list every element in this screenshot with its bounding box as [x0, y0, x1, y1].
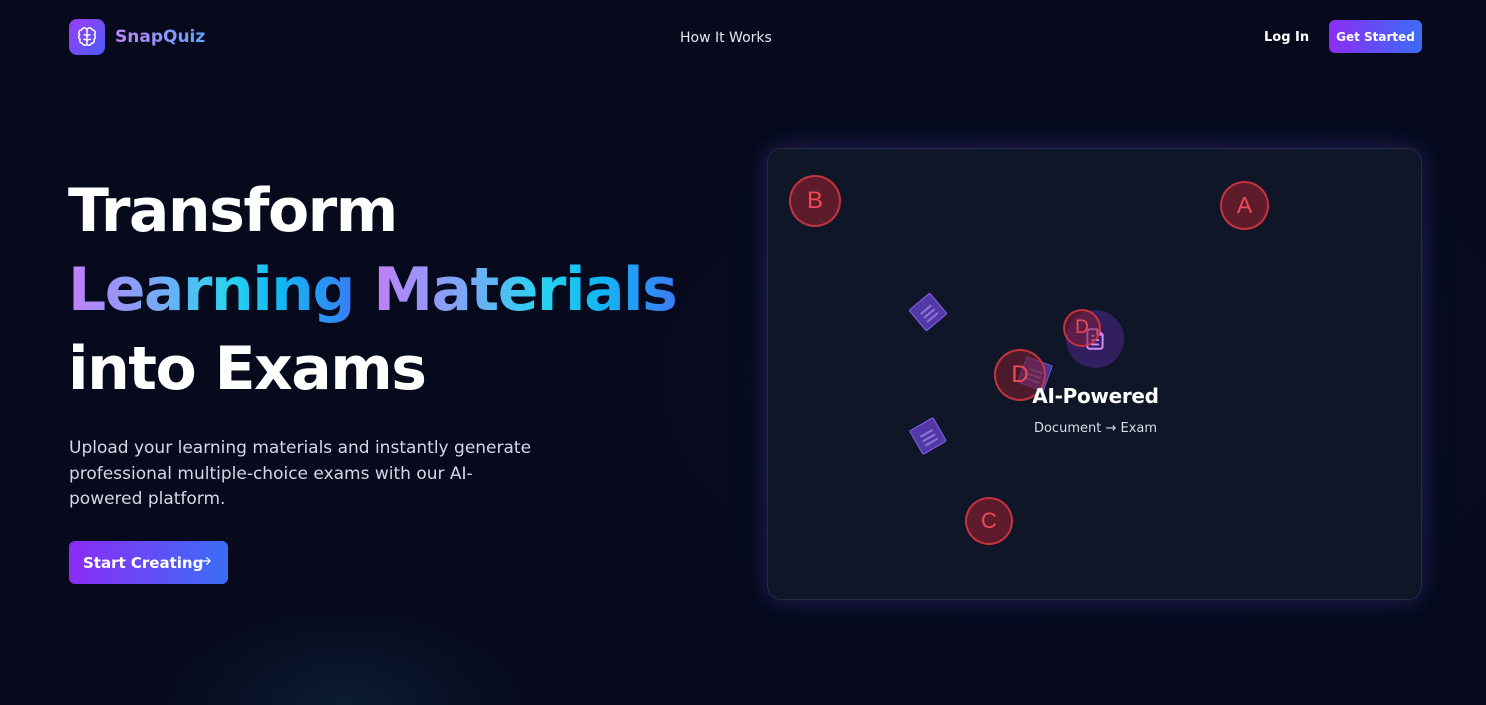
hero-title: Transform Learning Materials into Exams [68, 172, 678, 409]
start-creating-label: Start Creating [83, 553, 204, 572]
logo[interactable] [69, 19, 105, 55]
answer-bubble-a: A [1220, 181, 1269, 230]
hero-title-line-1: Transform [68, 176, 398, 246]
panel-title: AI-Powered [1032, 384, 1159, 408]
brand-name[interactable]: SnapQuiz [115, 26, 205, 48]
hero-word-learning: Learning [68, 255, 355, 325]
arrow-right-icon [201, 556, 211, 566]
get-started-button[interactable]: Get Started [1329, 20, 1422, 53]
hero-title-line-2: Learning Materials [68, 251, 678, 330]
panel-subtitle: Document → Exam [1033, 421, 1158, 436]
login-link[interactable]: Log In [1264, 29, 1309, 47]
top-nav: SnapQuiz How It Works Log In Get Started [0, 0, 1486, 74]
brain-icon [77, 27, 97, 46]
answer-bubble-c: C [965, 497, 1013, 545]
hero-description: Upload your learning materials and insta… [69, 438, 532, 509]
answer-bubble-b: B [789, 175, 841, 227]
nav-how-it-works[interactable]: How It Works [680, 29, 772, 47]
landing-page: SnapQuiz How It Works Log In Get Started… [0, 0, 1486, 705]
document-to-exam-panel: B A D D C AI-Powered Document → Exam [767, 148, 1422, 600]
start-creating-button[interactable]: Start Creating [69, 541, 228, 584]
hero-word-materials: Materials [373, 255, 678, 325]
answer-bubble-d-small: D [1063, 309, 1101, 347]
floating-document-icon [908, 292, 948, 332]
hero-title-line-3: into Exams [68, 334, 427, 404]
